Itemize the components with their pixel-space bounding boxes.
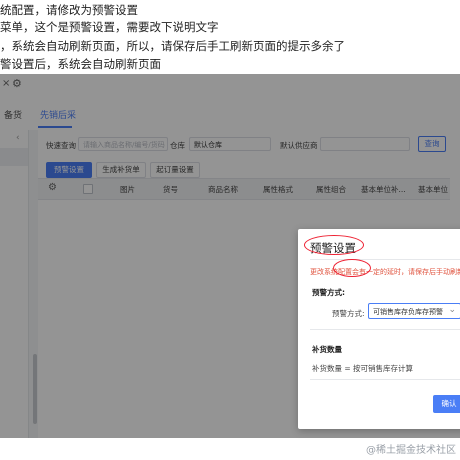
divider — [310, 379, 460, 380]
divider — [310, 259, 460, 260]
section-title-replenish: 补货数量 — [312, 345, 342, 354]
warning-mode-select[interactable]: 可销售库存负库存预警 ⌄ — [368, 303, 460, 319]
warning-mode-label: 预警方式: — [332, 309, 365, 318]
chevron-down-icon[interactable]: ⌄ — [448, 305, 456, 315]
watermark: @稀土掘金技术社区 — [366, 445, 456, 456]
replenish-formula-text: 补货数量 = 按可销售库存计算 — [312, 364, 414, 373]
divider — [310, 329, 460, 330]
annotation-circle-title — [304, 235, 364, 255]
annotation-note-3: ，系统会自动刷新页面，所以，请保存后手工刷新页面的提示多余了 — [0, 39, 345, 53]
section-title-warning-mode: 预警方式: — [312, 288, 345, 297]
annotation-note-1: 统配置，请修改为预警设置 — [0, 3, 138, 17]
confirm-button[interactable]: 确认 — [433, 395, 460, 413]
annotation-note-4: 警设置后，系统会自动刷新页面 — [0, 57, 161, 71]
annotation-note-2: 菜单，这个是预警设置，需要改下说明文字 — [0, 20, 219, 34]
annotation-circle-warning — [333, 259, 371, 277]
